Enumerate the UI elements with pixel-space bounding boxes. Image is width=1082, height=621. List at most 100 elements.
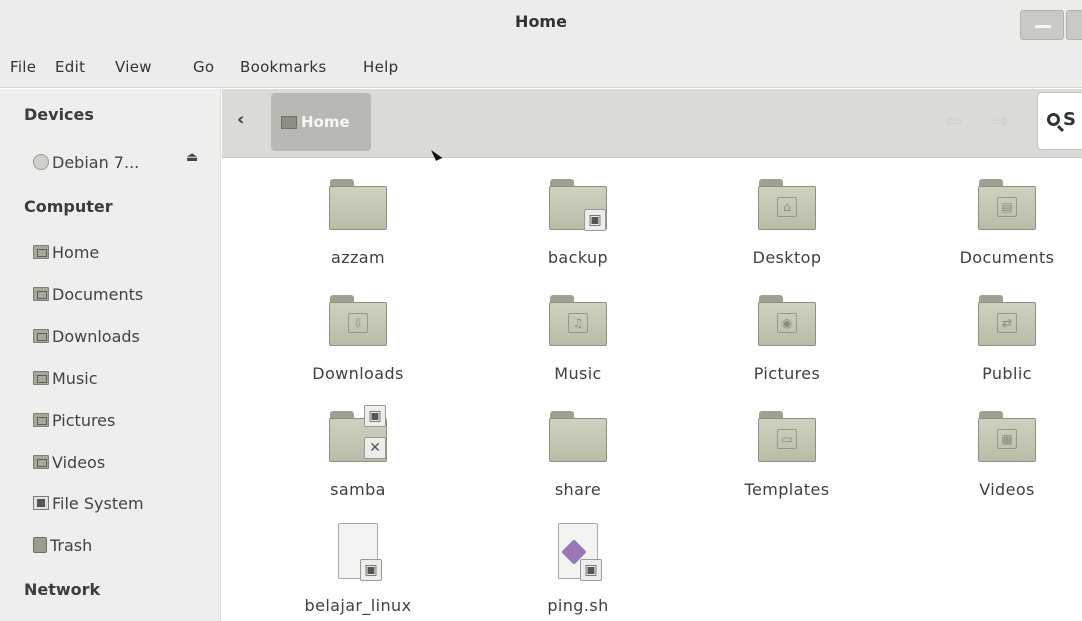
file-label: Downloads bbox=[312, 364, 404, 383]
file-item[interactable]: ▣ belajar_linux bbox=[248, 509, 468, 621]
sidebar-item-label: File System bbox=[52, 493, 144, 513]
file-item[interactable]: ⇄ Public bbox=[897, 277, 1082, 389]
menu-help[interactable]: Help bbox=[363, 58, 398, 76]
sidebar-item-label: Downloads bbox=[52, 326, 140, 346]
unreadable-emblem-icon: ✕ bbox=[364, 437, 386, 459]
sidebar-item-debian[interactable]: Debian 7... bbox=[33, 149, 139, 175]
lock-emblem-icon: ▣ bbox=[584, 209, 606, 231]
window-title: Home bbox=[515, 12, 567, 31]
lock-emblem-icon: ▣ bbox=[364, 405, 386, 427]
sidebar: Devices Debian 7... Computer Home Docume… bbox=[0, 89, 221, 621]
file-item[interactable]: ▣ ✕ samba bbox=[248, 393, 468, 505]
sidebar-heading-network: Network bbox=[24, 580, 101, 599]
menu-bookmarks[interactable]: Bookmarks bbox=[240, 58, 327, 76]
eject-icon[interactable]: ⏏ bbox=[186, 150, 198, 165]
back-arrow-icon[interactable]: ⇦ bbox=[945, 109, 962, 133]
folder-icon: ▤ bbox=[975, 173, 1039, 237]
lock-emblem-icon: ▣ bbox=[360, 559, 382, 581]
file-label: Documents bbox=[959, 248, 1055, 267]
minimize-button[interactable] bbox=[1020, 10, 1064, 40]
share-emblem-icon: ⇄ bbox=[997, 313, 1017, 333]
trash-icon bbox=[33, 537, 47, 553]
file-label: samba bbox=[330, 480, 386, 499]
home-folder-icon bbox=[281, 115, 297, 129]
title-bar: Home bbox=[0, 0, 1082, 48]
path-back-button[interactable]: ‹ bbox=[237, 109, 244, 130]
file-item[interactable]: ▤ Documents bbox=[897, 161, 1082, 273]
download-emblem-icon: ⇩ bbox=[348, 313, 368, 333]
sidebar-item-label: Documents bbox=[52, 284, 144, 304]
file-item[interactable]: azzam bbox=[248, 161, 468, 273]
maximize-button[interactable] bbox=[1066, 10, 1082, 40]
sidebar-item-home[interactable]: Home bbox=[33, 239, 99, 265]
disc-icon bbox=[33, 154, 49, 170]
sidebar-item-trash[interactable]: Trash bbox=[33, 532, 92, 558]
file-view: azzam ▣ backup ⌂ Desktop ▤ Documents ⇩ Downloads… bbox=[222, 159, 1082, 621]
file-label: belajar_linux bbox=[304, 596, 412, 615]
document-emblem-icon: ▤ bbox=[997, 197, 1017, 217]
folder-icon: ▭ bbox=[755, 405, 819, 469]
lock-emblem-icon: ▣ bbox=[580, 559, 602, 581]
file-item[interactable]: ⇩ Downloads bbox=[248, 277, 468, 389]
home-folder-icon bbox=[33, 245, 49, 259]
menu-go[interactable]: Go bbox=[193, 58, 214, 76]
menu-bar: File Edit View Go Bookmarks Help bbox=[0, 48, 1082, 88]
file-label: azzam bbox=[331, 248, 385, 267]
file-label: share bbox=[554, 480, 602, 499]
pictures-folder-icon bbox=[33, 413, 49, 427]
sidebar-item-documents[interactable]: Documents bbox=[33, 281, 143, 307]
folder-icon bbox=[546, 405, 610, 469]
file-label: Desktop bbox=[752, 248, 822, 267]
sidebar-item-label: Trash bbox=[50, 535, 93, 555]
script-file-icon: ▣ bbox=[546, 521, 610, 585]
downloads-folder-icon bbox=[33, 329, 49, 343]
menu-file[interactable]: File bbox=[10, 58, 36, 76]
file-item[interactable]: ◉ Pictures bbox=[677, 277, 897, 389]
file-label: Videos bbox=[979, 480, 1035, 499]
sidebar-item-downloads[interactable]: Downloads bbox=[33, 323, 140, 349]
folder-icon: ▣ bbox=[546, 173, 610, 237]
film-emblem-icon: ▦ bbox=[997, 429, 1017, 449]
search-button[interactable]: S bbox=[1037, 92, 1082, 150]
search-button-label: S bbox=[1063, 109, 1076, 130]
sidebar-item-music[interactable]: Music bbox=[33, 365, 98, 391]
folder-icon: ⌂ bbox=[755, 173, 819, 237]
file-label: Templates bbox=[744, 480, 830, 499]
sidebar-item-label: Debian 7... bbox=[52, 152, 140, 172]
folder-icon: ⇄ bbox=[975, 289, 1039, 353]
file-item[interactable]: ⌂ Desktop bbox=[677, 161, 897, 273]
filesystem-icon bbox=[33, 496, 49, 510]
file-item[interactable]: ▣ ping.sh bbox=[468, 509, 688, 621]
forward-arrow-icon[interactable]: ⇨ bbox=[992, 109, 1009, 133]
file-item[interactable]: ▣ backup bbox=[468, 161, 688, 273]
sidebar-item-label: Music bbox=[52, 368, 98, 388]
folder-icon: ⇩ bbox=[326, 289, 390, 353]
sidebar-item-file-system[interactable]: File System bbox=[33, 490, 144, 516]
file-label: Music bbox=[554, 364, 602, 383]
documents-folder-icon bbox=[33, 287, 49, 301]
folder-icon: ▣ ✕ bbox=[326, 405, 390, 469]
sidebar-item-pictures[interactable]: Pictures bbox=[33, 407, 115, 433]
path-button-label: Home bbox=[301, 113, 350, 131]
sidebar-item-videos[interactable]: Videos bbox=[33, 449, 105, 475]
videos-folder-icon bbox=[33, 455, 49, 469]
file-item[interactable]: share bbox=[468, 393, 688, 505]
menu-view[interactable]: View bbox=[115, 58, 152, 76]
text-file-icon: ▣ bbox=[326, 521, 390, 585]
desktop-emblem-icon: ⌂ bbox=[777, 197, 797, 217]
file-label: ping.sh bbox=[547, 596, 609, 615]
menu-edit[interactable]: Edit bbox=[55, 58, 85, 76]
sidebar-item-label: Videos bbox=[52, 452, 106, 472]
sidebar-item-label: Pictures bbox=[52, 410, 116, 430]
folder-icon: ♫ bbox=[546, 289, 610, 353]
file-item[interactable]: ▦ Videos bbox=[897, 393, 1082, 505]
sidebar-heading-computer: Computer bbox=[24, 197, 113, 216]
template-emblem-icon: ▭ bbox=[777, 429, 797, 449]
file-item[interactable]: ▭ Templates bbox=[677, 393, 897, 505]
file-item[interactable]: ♫ Music bbox=[468, 277, 688, 389]
path-button-home[interactable]: Home bbox=[271, 93, 371, 151]
sidebar-heading-devices: Devices bbox=[24, 105, 94, 124]
search-icon bbox=[1047, 113, 1060, 126]
toolbar: ‹ Home ⇦ ⇨ S bbox=[222, 89, 1082, 158]
camera-emblem-icon: ◉ bbox=[777, 313, 797, 333]
